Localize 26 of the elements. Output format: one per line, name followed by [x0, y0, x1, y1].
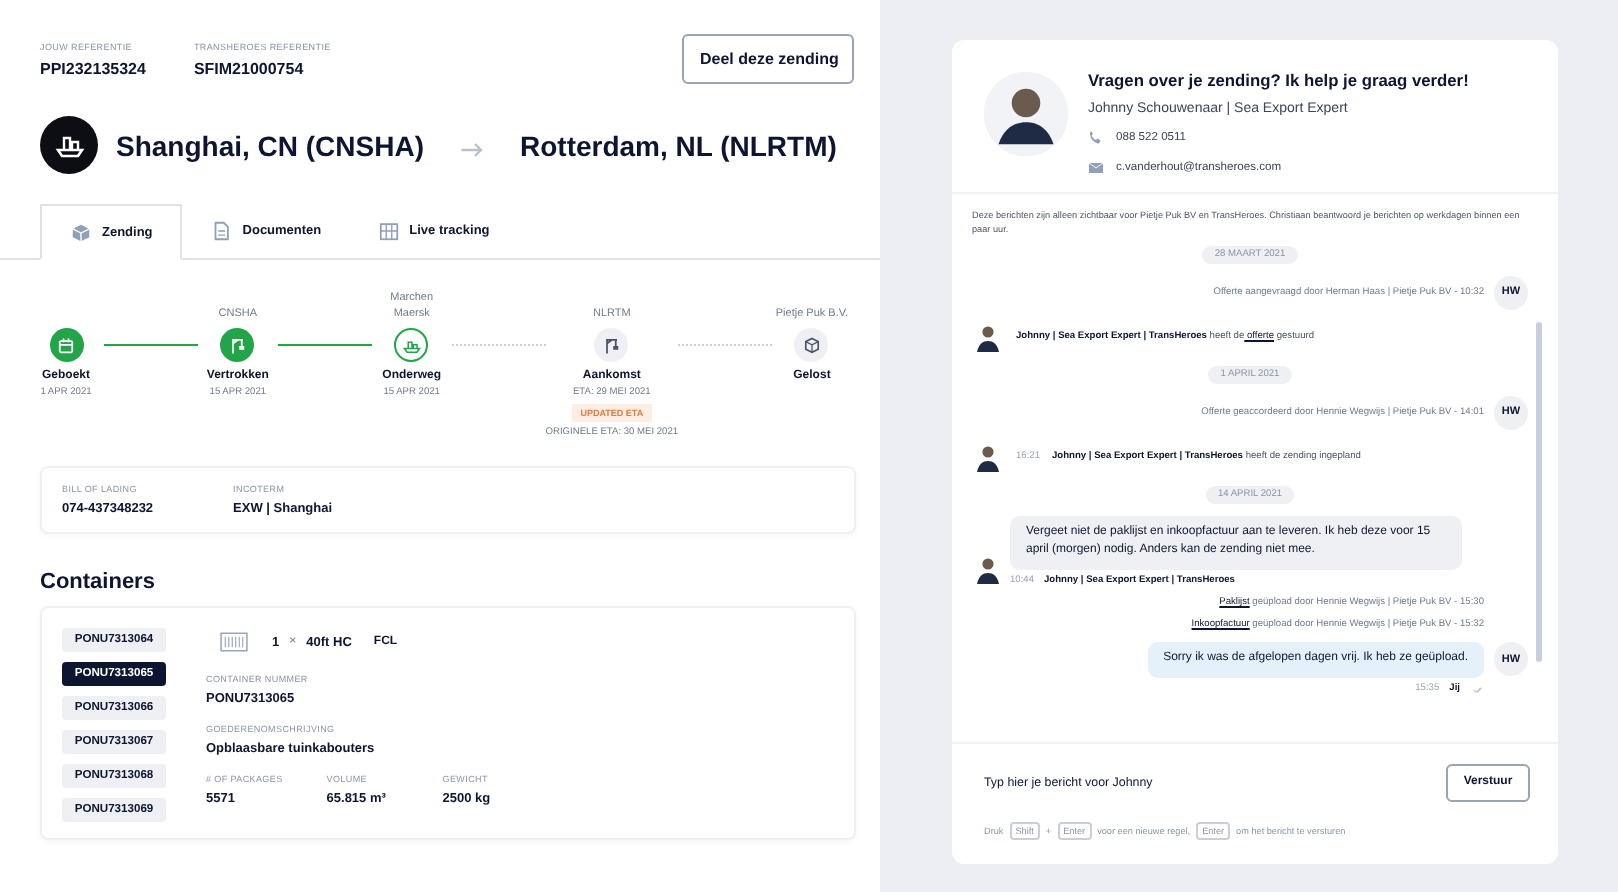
person-avatar-icon — [972, 553, 1004, 586]
scrollbar[interactable] — [1536, 321, 1542, 662]
destination-city: Rotterdam, NL (NLRTM) — [520, 129, 837, 161]
reference-number: SFIM21000754 — [193, 59, 306, 77]
person-avatar-icon — [982, 70, 1070, 158]
phone-icon — [1088, 130, 1104, 146]
double-check-icon — [1470, 683, 1488, 696]
progress-line — [678, 344, 772, 346]
package-icon — [801, 335, 822, 355]
progress-line — [277, 344, 372, 346]
person-avatar-icon — [972, 321, 1004, 354]
crane-icon — [601, 335, 622, 355]
section-heading: Containers — [38, 568, 157, 598]
crane-icon — [227, 335, 248, 355]
origin-city: Shanghai, CN (CNSHA) — [116, 129, 424, 161]
reference-number: PPI232135324 — [40, 59, 146, 77]
document-icon — [210, 220, 233, 242]
box-icon — [70, 221, 92, 243]
progress-line — [451, 344, 546, 346]
calendar-icon — [56, 335, 76, 355]
mail-icon — [1088, 160, 1104, 176]
person-avatar-icon — [972, 441, 1004, 474]
share-button[interactable]: Deel deze zending — [682, 34, 854, 84]
map-icon — [377, 220, 400, 242]
progress-line — [104, 344, 198, 346]
chat-title: Vragen over je zending? Ik help je graag verder! — [1088, 70, 1469, 90]
